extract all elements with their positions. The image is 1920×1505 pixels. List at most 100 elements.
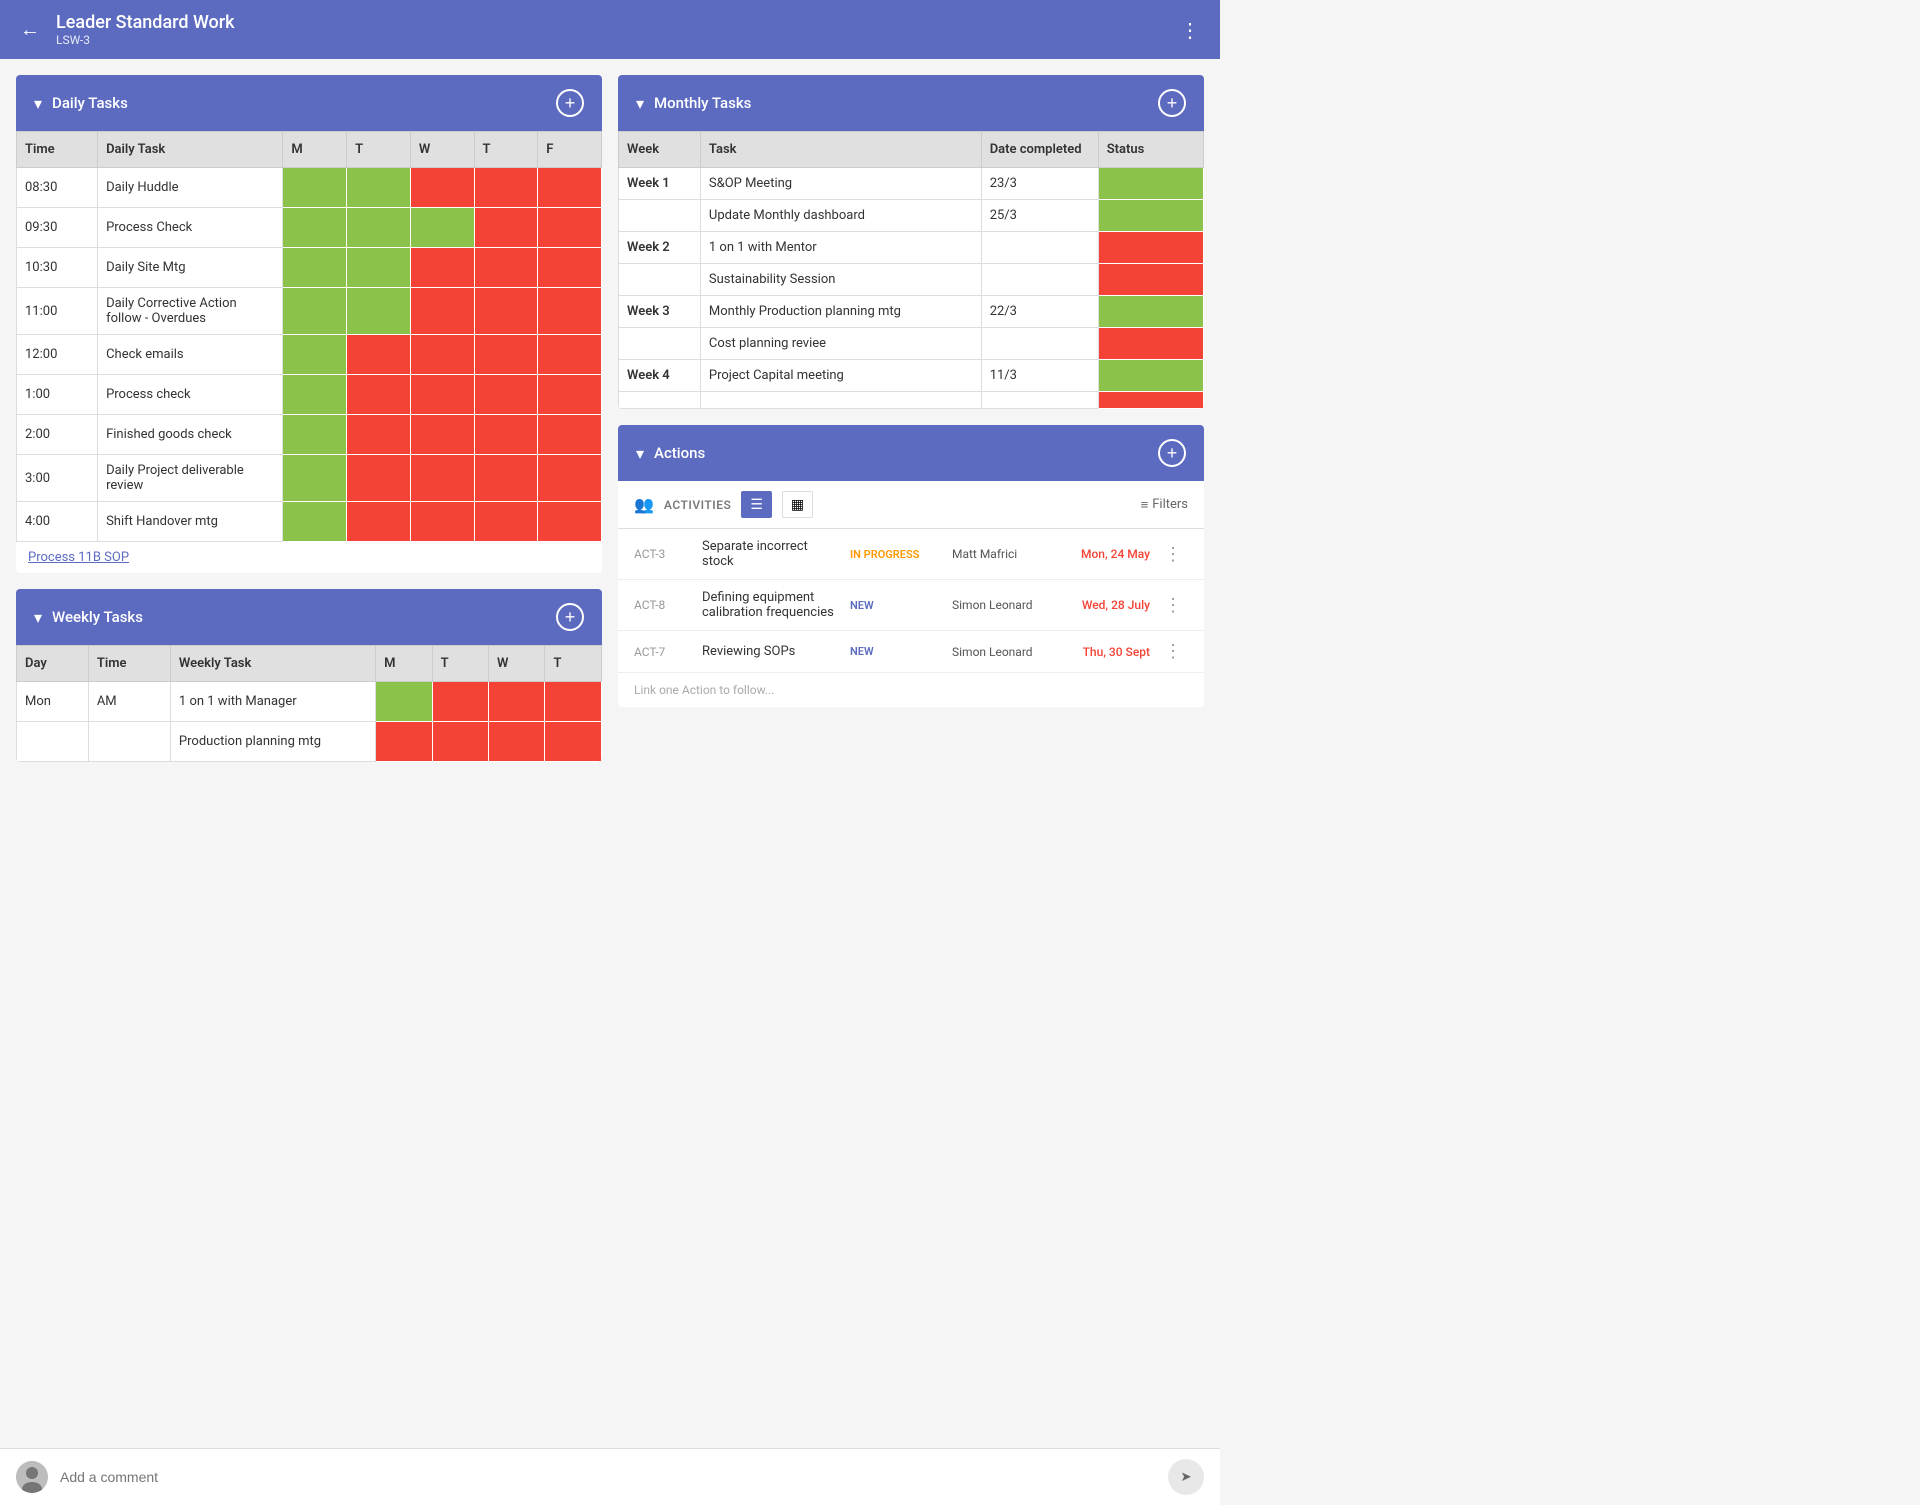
- status-cell-t1[interactable]: [347, 455, 411, 502]
- status-badge[interactable]: [1098, 296, 1203, 328]
- status-cell-t2[interactable]: [474, 415, 538, 455]
- weekly-tasks-add-button[interactable]: +: [556, 603, 584, 631]
- status-cell-m[interactable]: [283, 455, 347, 502]
- week-label: Week 2: [619, 232, 701, 264]
- status-cell-w[interactable]: [410, 415, 474, 455]
- status-cell-w[interactable]: [410, 248, 474, 288]
- daily-tasks-panel: ▾ Daily Tasks + Time Daily Task M T W T: [16, 75, 602, 573]
- status-cell-w[interactable]: [410, 168, 474, 208]
- status-cell-m[interactable]: [283, 288, 347, 335]
- week-empty: [619, 264, 701, 296]
- status-badge[interactable]: [1098, 360, 1203, 392]
- status-cell-t2[interactable]: [474, 168, 538, 208]
- monthly-tasks-add-button[interactable]: +: [1158, 89, 1186, 117]
- task-time: 4:00: [17, 502, 98, 542]
- status-cell-t2[interactable]: [474, 455, 538, 502]
- status-cell-t2[interactable]: [474, 208, 538, 248]
- status-cell-f[interactable]: [538, 455, 602, 502]
- status-cell-t2[interactable]: [474, 375, 538, 415]
- status-badge[interactable]: [1098, 392, 1203, 409]
- status-cell-w[interactable]: [410, 288, 474, 335]
- sop-link[interactable]: Process 11B SOP: [16, 542, 602, 573]
- status-cell-w[interactable]: [410, 455, 474, 502]
- status-badge[interactable]: [1098, 200, 1203, 232]
- status-cell-w[interactable]: [410, 208, 474, 248]
- activity-date: Wed, 28 July: [1070, 598, 1150, 612]
- status-cell-t2[interactable]: [474, 502, 538, 542]
- status-cell-m[interactable]: [283, 415, 347, 455]
- status-cell-m[interactable]: [376, 682, 432, 722]
- status-cell-w[interactable]: [410, 502, 474, 542]
- status-cell-f[interactable]: [538, 168, 602, 208]
- actions-add-button[interactable]: +: [1158, 439, 1186, 467]
- status-cell-f[interactable]: [538, 335, 602, 375]
- task-name: Daily Huddle: [98, 168, 283, 208]
- status-cell-t2[interactable]: [474, 248, 538, 288]
- status-cell-f[interactable]: [538, 288, 602, 335]
- more-options-button[interactable]: ⋮: [1180, 18, 1200, 42]
- task-name: Monthly Production planning mtg: [700, 296, 981, 328]
- activities-label: ACTIVITIES: [664, 498, 731, 512]
- status-cell-w[interactable]: [410, 375, 474, 415]
- status-cell-f[interactable]: [538, 248, 602, 288]
- activity-more-button[interactable]: ⋮: [1158, 544, 1188, 565]
- monthly-tasks-chevron[interactable]: ▾: [636, 94, 644, 113]
- activity-more-button[interactable]: ⋮: [1158, 641, 1188, 662]
- status-cell-t2[interactable]: [545, 722, 602, 762]
- task-time: 08:30: [17, 168, 98, 208]
- task-time: 1:00: [17, 375, 98, 415]
- status-cell-t1[interactable]: [347, 248, 411, 288]
- status-cell-w[interactable]: [410, 335, 474, 375]
- status-cell-m[interactable]: [283, 375, 347, 415]
- status-badge[interactable]: [1098, 168, 1203, 200]
- daily-tasks-add-button[interactable]: +: [556, 89, 584, 117]
- status-cell-t1[interactable]: [347, 502, 411, 542]
- more-activities-hint: Link one Action to follow...: [618, 673, 1204, 707]
- task-name: Daily Project deliverable review: [98, 455, 283, 502]
- daily-tasks-header: ▾ Daily Tasks +: [16, 75, 602, 131]
- back-button[interactable]: ←: [20, 17, 40, 42]
- activities-list: ACT-3 Separate incorrect stock IN PROGRE…: [618, 529, 1204, 673]
- status-cell-f[interactable]: [538, 502, 602, 542]
- status-cell-m[interactable]: [283, 208, 347, 248]
- daily-tasks-chevron[interactable]: ▾: [34, 94, 42, 113]
- list-view-button[interactable]: ☰: [741, 491, 772, 518]
- status-cell-m[interactable]: [283, 502, 347, 542]
- calendar-view-button[interactable]: ▦: [782, 491, 813, 518]
- actions-chevron[interactable]: ▾: [636, 444, 644, 463]
- task-name: Daily Corrective Action follow - Overdue…: [98, 288, 283, 335]
- status-cell-t2[interactable]: [474, 288, 538, 335]
- status-cell-w[interactable]: [489, 682, 545, 722]
- status-cell-t1[interactable]: [347, 335, 411, 375]
- status-cell-m[interactable]: [376, 722, 432, 762]
- table-row: 3:00 Daily Project deliverable review: [17, 455, 602, 502]
- status-cell-m[interactable]: [283, 335, 347, 375]
- send-comment-button[interactable]: ➤: [1168, 1459, 1204, 1495]
- weekly-tasks-chevron[interactable]: ▾: [34, 608, 42, 627]
- status-badge[interactable]: [1098, 232, 1203, 264]
- activity-name: Separate incorrect stock: [702, 539, 836, 569]
- status-cell-t1[interactable]: [347, 415, 411, 455]
- status-cell-t1[interactable]: [347, 168, 411, 208]
- table-row: Week 3 Monthly Production planning mtg 2…: [619, 296, 1204, 328]
- activity-more-button[interactable]: ⋮: [1158, 595, 1188, 616]
- status-badge[interactable]: [1098, 264, 1203, 296]
- status-cell-t1[interactable]: [347, 375, 411, 415]
- status-badge[interactable]: [1098, 328, 1203, 360]
- status-cell-f[interactable]: [538, 415, 602, 455]
- status-cell-f[interactable]: [538, 375, 602, 415]
- status-cell-t1[interactable]: [347, 288, 411, 335]
- status-cell-w[interactable]: [489, 722, 545, 762]
- comment-input[interactable]: [60, 1469, 1156, 1485]
- status-cell-t2[interactable]: [474, 335, 538, 375]
- status-cell-t1[interactable]: [432, 682, 488, 722]
- col-task: Task: [700, 132, 981, 168]
- status-cell-t1[interactable]: [432, 722, 488, 762]
- status-cell-t1[interactable]: [347, 208, 411, 248]
- filters-button[interactable]: ≡ Filters: [1141, 497, 1188, 513]
- status-cell-m[interactable]: [283, 168, 347, 208]
- app-header: ← Leader Standard Work LSW-3 ⋮: [0, 0, 1220, 59]
- status-cell-m[interactable]: [283, 248, 347, 288]
- status-cell-t2[interactable]: [545, 682, 602, 722]
- status-cell-f[interactable]: [538, 208, 602, 248]
